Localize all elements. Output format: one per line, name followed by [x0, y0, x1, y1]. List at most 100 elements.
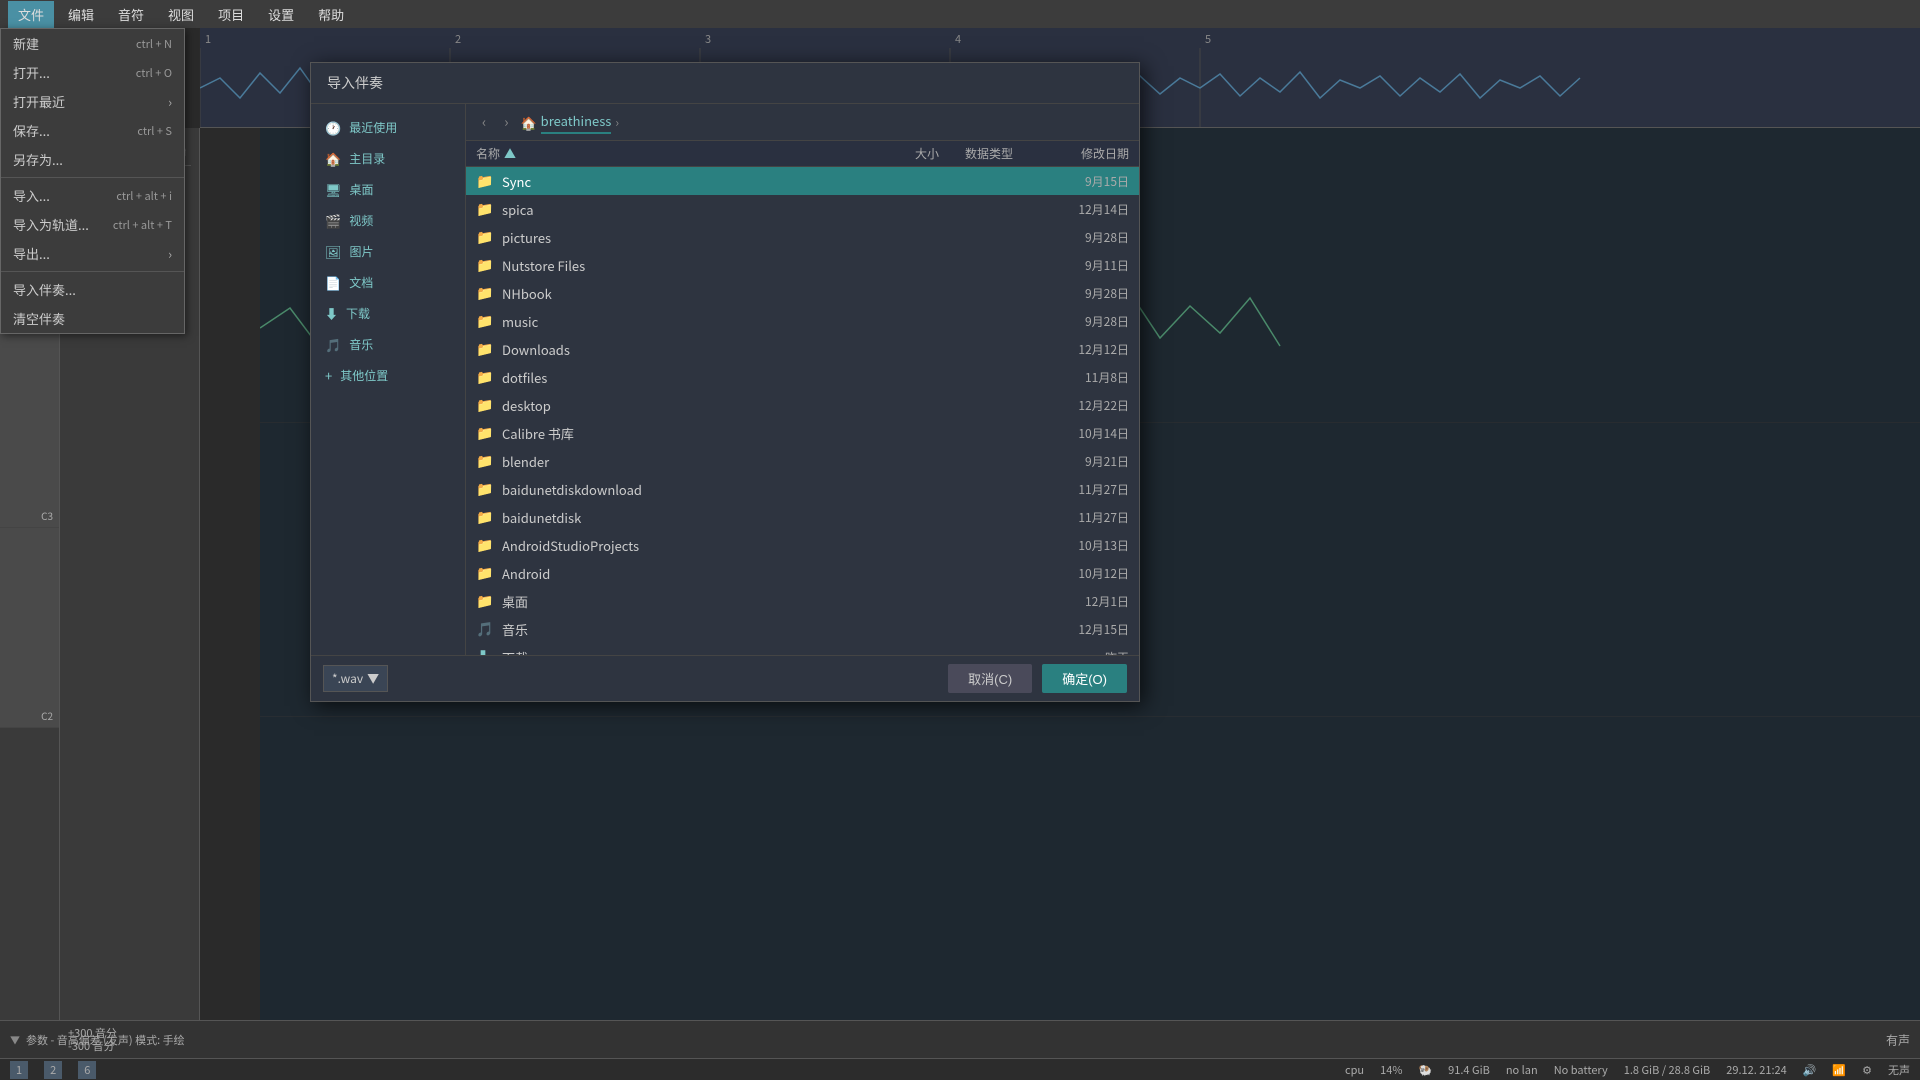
file-icon: 📁 [476, 591, 496, 611]
sidebar-desktop[interactable]: 🖥 桌面 [311, 174, 465, 205]
menu-clear-backing[interactable]: 清空伴奏 [1, 304, 184, 333]
menu-help[interactable]: 帮助 [308, 1, 354, 28]
file-name: AndroidStudioProjects [502, 536, 859, 555]
column-headers: 名称 ▲ 大小 数据类型 修改日期 [466, 141, 1139, 167]
sidebar-video[interactable]: 🎬 视频 [311, 205, 465, 236]
file-date: 12月1日 [1039, 593, 1129, 610]
statusbar: 1 2 6 cpu 14% 🐏 91.4 GiB no lan No batte… [0, 1058, 1920, 1080]
filter-label: *.wav [332, 670, 363, 687]
svg-text:3: 3 [705, 31, 711, 47]
file-row[interactable]: 📁 blender 9月21日 [466, 447, 1139, 475]
file-row[interactable]: 📁 Android 10月12日 [466, 559, 1139, 587]
file-date: 12月12日 [1039, 341, 1129, 358]
file-row[interactable]: 📁 baidunetdiskdownload 11月27日 [466, 475, 1139, 503]
file-row[interactable]: 📁 桌面 12月1日 [466, 587, 1139, 615]
file-row[interactable]: 📁 Calibre 书库 10月14日 [466, 419, 1139, 447]
file-date: 9月28日 [1039, 313, 1129, 330]
network-icon: 📶 [1832, 1062, 1846, 1078]
col-header-type[interactable]: 数据类型 [939, 145, 1039, 162]
file-row[interactable]: 📁 pictures 9月28日 [466, 223, 1139, 251]
file-row[interactable]: 📁 spica 12月14日 [466, 195, 1139, 223]
svg-text:2: 2 [455, 31, 461, 47]
file-row[interactable]: 📁 NHbook 9月28日 [466, 279, 1139, 307]
file-icon: 📁 [476, 367, 496, 387]
menu-file[interactable]: 文件 [8, 1, 54, 28]
sidebar-recent[interactable]: 🕐 最近使用 [311, 112, 465, 143]
filter-dropdown[interactable]: *.wav ▼ [323, 665, 388, 692]
file-date: 10月12日 [1039, 565, 1129, 582]
menu-open[interactable]: 打开... ctrl + O [1, 58, 184, 87]
file-date: 9月11日 [1039, 257, 1129, 274]
menu-note[interactable]: 音符 [108, 1, 154, 28]
menu-save-as[interactable]: 另存为... [1, 145, 184, 174]
settings-icon[interactable]: ⚙ [1862, 1062, 1872, 1078]
file-row[interactable]: 📁 desktop 12月22日 [466, 391, 1139, 419]
menu-export[interactable]: 导出... › [1, 239, 184, 268]
file-name: music [502, 312, 859, 331]
documents-icon: 📄 [325, 273, 341, 292]
sidebar-label-home: 主目录 [349, 150, 385, 167]
menu-import-backing[interactable]: 导入伴奏... [1, 275, 184, 304]
file-row[interactable]: 🎵 音乐 12月15日 [466, 615, 1139, 643]
file-row[interactable]: 📁 baidunetdisk 11月27日 [466, 503, 1139, 531]
network-label: no lan [1506, 1062, 1538, 1078]
menu-save[interactable]: 保存... ctrl + S [1, 116, 184, 145]
file-icon: 📁 [476, 451, 496, 471]
collapse-icon[interactable]: ▼ [10, 1032, 20, 1047]
file-row[interactable]: 📁 Sync 9月15日 [466, 167, 1139, 195]
sidebar-label-other: 其他位置 [340, 367, 388, 384]
sort-arrow: ▲ [504, 145, 516, 162]
file-row[interactable]: 📁 AndroidStudioProjects 10月13日 [466, 531, 1139, 559]
menu-view[interactable]: 视图 [158, 1, 204, 28]
file-icon: 📁 [476, 507, 496, 527]
file-name: Calibre 书库 [502, 424, 859, 443]
col-header-size[interactable]: 大小 [859, 145, 939, 162]
file-row[interactable]: ⬇ 下载 昨天 [466, 643, 1139, 655]
file-row[interactable]: 📁 Nutstore Files 9月11日 [466, 251, 1139, 279]
sidebar-other[interactable]: + 其他位置 [311, 360, 465, 391]
forward-button[interactable]: › [498, 110, 514, 134]
back-button[interactable]: ‹ [476, 110, 492, 134]
file-icon: 📁 [476, 311, 496, 331]
file-name: Nutstore Files [502, 256, 859, 275]
sidebar-documents[interactable]: 📄 文档 [311, 267, 465, 298]
other-icon: + [325, 366, 332, 385]
menu-project[interactable]: 项目 [208, 1, 254, 28]
breadcrumb-arrow: › [615, 114, 619, 131]
file-icon: 📁 [476, 227, 496, 247]
menu-edit[interactable]: 编辑 [58, 1, 104, 28]
tab-1[interactable]: 1 [10, 1061, 28, 1079]
menu-settings[interactable]: 设置 [258, 1, 304, 28]
file-row[interactable]: 📁 Downloads 12月12日 [466, 335, 1139, 363]
col-header-name[interactable]: 名称 ▲ [476, 145, 859, 162]
audio-left-label: 无声 [1888, 1062, 1910, 1078]
file-name: 桌面 [502, 592, 859, 611]
tab-2[interactable]: 2 [44, 1061, 62, 1079]
sidebar-home[interactable]: 🏠 主目录 [311, 143, 465, 174]
file-icon: 📁 [476, 255, 496, 275]
menu-import-track[interactable]: 导入为轨道... ctrl + alt + T [1, 210, 184, 239]
file-icon: 📁 [476, 339, 496, 359]
menu-new[interactable]: 新建 ctrl + N [1, 29, 184, 58]
ok-button[interactable]: 确定(O) [1042, 664, 1127, 693]
battery-label: No battery [1554, 1062, 1608, 1078]
datetime: 29.12. 21:24 [1726, 1062, 1786, 1078]
sidebar-pictures[interactable]: 🖼 图片 [311, 236, 465, 267]
menu-open-recent[interactable]: 打开最近 › [1, 87, 184, 116]
file-row[interactable]: 📁 music 9月28日 [466, 307, 1139, 335]
file-row[interactable]: 📁 dotfiles 11月8日 [466, 363, 1139, 391]
menu-import[interactable]: 导入... ctrl + alt + i [1, 181, 184, 210]
svg-text:4: 4 [955, 31, 961, 47]
sidebar-music[interactable]: 🎵 音乐 [311, 329, 465, 360]
cancel-button[interactable]: 取消(C) [948, 664, 1032, 693]
tab-6[interactable]: 6 [78, 1061, 96, 1079]
dialog-title: 导入伴奏 [311, 63, 1139, 104]
sidebar-label-downloads: 下载 [346, 305, 370, 322]
footer-buttons: 取消(C) 确定(O) [948, 664, 1127, 693]
file-name: 音乐 [502, 620, 859, 639]
col-header-date[interactable]: 修改日期 [1039, 145, 1129, 162]
piano-key-c2[interactable]: C2 [0, 528, 59, 728]
desktop-icon: 🖥 [325, 180, 342, 199]
sidebar-downloads[interactable]: ⬇ 下载 [311, 298, 465, 329]
piano-key-c3[interactable]: C3 [0, 328, 59, 528]
